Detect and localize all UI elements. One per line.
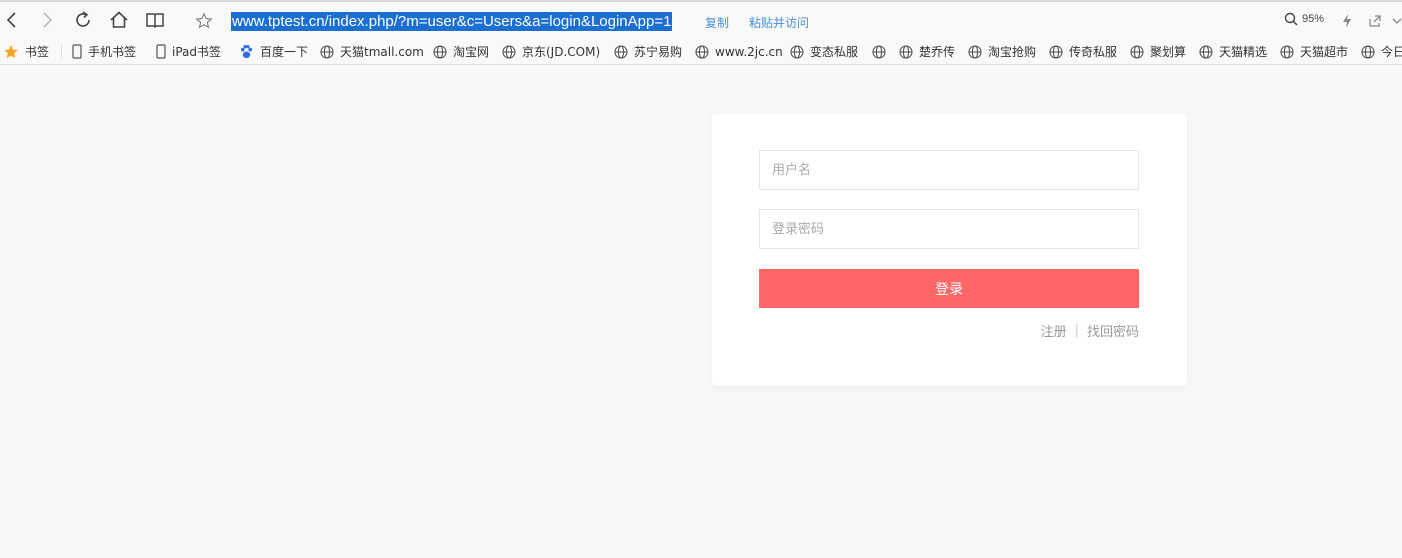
home-icon xyxy=(110,11,128,28)
speed-mode-icon[interactable] xyxy=(1341,13,1353,33)
bookmark-item[interactable]: 百度一下 xyxy=(239,38,309,64)
globe-icon xyxy=(899,44,913,59)
bookmark-item[interactable]: 天猫超市 xyxy=(1280,38,1349,64)
chevron-right-icon xyxy=(43,12,53,28)
login-card: 登录 注册 | 找回密码 xyxy=(712,114,1187,386)
bookmarks-divider xyxy=(61,44,62,59)
globe-icon xyxy=(695,44,709,59)
bookmark-item[interactable]: 变态私服 xyxy=(790,38,859,64)
copy-url-button[interactable]: 复制 xyxy=(705,14,729,31)
home-button[interactable] xyxy=(107,8,131,32)
book-icon xyxy=(146,13,164,29)
bookmark-label: 百度一下 xyxy=(260,45,309,59)
bookmark-item[interactable]: 书签 xyxy=(3,38,50,64)
globe-icon xyxy=(1049,44,1063,59)
bookmark-label: 天猫超市 xyxy=(1300,45,1349,59)
bookmark-label: 淘宝网 xyxy=(453,45,490,59)
globe-icon xyxy=(968,44,982,59)
bookmark-label: 京东(JD.COM) xyxy=(522,45,601,59)
bookmark-item[interactable]: 天猫tmall.com xyxy=(320,38,424,64)
register-link[interactable]: 注册 xyxy=(1041,321,1067,340)
reload-icon xyxy=(76,11,90,27)
bookmark-item[interactable]: 传奇私服 xyxy=(1049,38,1118,64)
bookmark-label: 苏宁易购 xyxy=(634,45,683,59)
bookmark-label: 天猫精选 xyxy=(1219,45,1268,59)
share-icon[interactable] xyxy=(1367,13,1383,32)
back-button[interactable] xyxy=(0,8,24,32)
bookmarks-bar: 书签 手机书签 iPad书签 百度一下 天猫tmall.com 淘宝网 京东(J… xyxy=(0,38,1402,65)
reload-button[interactable] xyxy=(71,8,95,32)
baidu-paw-icon xyxy=(239,44,254,59)
login-links: 注册 | 找回密码 xyxy=(1041,321,1139,340)
zoom-level: 95% xyxy=(1302,13,1325,25)
bookmark-item[interactable]: 淘宝网 xyxy=(433,38,490,64)
globe-icon xyxy=(614,44,628,59)
bookmark-label: 淘宝抢购 xyxy=(988,45,1037,59)
bookmark-label: 书签 xyxy=(25,45,50,59)
reading-mode-button[interactable] xyxy=(143,8,167,32)
username-input[interactable] xyxy=(759,150,1139,190)
bookmark-item[interactable]: 手机书签 xyxy=(72,38,137,64)
globe-icon xyxy=(1130,44,1144,59)
globe-icon xyxy=(1280,44,1294,59)
globe-icon xyxy=(320,44,334,59)
bookmark-label: 天猫tmall.com xyxy=(340,45,424,59)
bookmark-item[interactable]: 淘宝抢购 xyxy=(968,38,1037,64)
bookmark-label: www.2jc.cn xyxy=(715,44,783,59)
bookmark-label: 今日 xyxy=(1381,45,1402,59)
chevron-left-icon xyxy=(6,12,16,28)
globe-icon xyxy=(790,44,804,59)
address-url[interactable]: www.tptest.cn/index.php/?m=user&c=Users&… xyxy=(231,12,673,31)
password-input[interactable] xyxy=(759,209,1139,249)
login-button[interactable]: 登录 xyxy=(759,269,1139,308)
bookmark-label: 手机书签 xyxy=(88,45,137,59)
bookmark-label: 聚划算 xyxy=(1150,45,1187,59)
globe-icon xyxy=(1199,44,1213,59)
zoom-icon xyxy=(1284,12,1298,26)
bookmark-label: 传奇私服 xyxy=(1069,45,1118,59)
links-divider: | xyxy=(1074,323,1079,338)
phone-icon xyxy=(72,44,82,59)
bookmark-label: 变态私服 xyxy=(810,45,859,59)
bookmark-item[interactable]: www.2jc.cn xyxy=(695,38,783,64)
bookmark-item[interactable]: 今日 xyxy=(1361,38,1402,64)
forward-button[interactable] xyxy=(35,8,59,32)
bookmark-item[interactable]: 京东(JD.COM) xyxy=(502,38,601,64)
globe-icon xyxy=(502,44,516,59)
globe-icon xyxy=(872,44,886,59)
bookmark-item[interactable] xyxy=(872,38,892,64)
bookmark-item[interactable]: iPad书签 xyxy=(156,38,222,64)
address-bar[interactable]: www.tptest.cn/index.php/?m=user&c=Users&… xyxy=(183,6,1280,36)
browser-toolbar: www.tptest.cn/index.php/?m=user&c=Users&… xyxy=(0,0,1402,38)
forgot-password-link[interactable]: 找回密码 xyxy=(1087,321,1139,340)
bookmark-item[interactable]: 天猫精选 xyxy=(1199,38,1268,64)
bookmark-item[interactable]: 楚乔传 xyxy=(899,38,956,64)
bookmark-label: 楚乔传 xyxy=(919,45,956,59)
bookmark-item[interactable]: 苏宁易购 xyxy=(614,38,683,64)
star-icon xyxy=(3,44,19,60)
globe-icon xyxy=(433,44,447,59)
bookmark-label: iPad书签 xyxy=(172,45,222,59)
bookmark-star-icon[interactable] xyxy=(195,12,213,34)
bookmark-item[interactable]: 聚划算 xyxy=(1130,38,1187,64)
paste-and-go-button[interactable]: 粘贴并访问 xyxy=(749,14,809,31)
zoom-control[interactable]: 95% xyxy=(1284,12,1324,26)
tablet-icon xyxy=(156,44,166,59)
chevron-down-icon[interactable] xyxy=(1392,13,1402,32)
globe-icon xyxy=(1361,44,1375,59)
